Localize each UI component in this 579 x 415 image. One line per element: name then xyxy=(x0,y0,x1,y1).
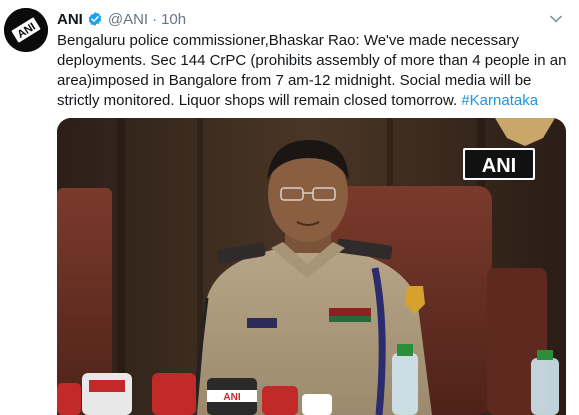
press-conference-photo: ANI ANI xyxy=(57,118,566,415)
mic-flag-label: ANI xyxy=(223,392,240,403)
tweet-media-image[interactable]: ANI ANI xyxy=(57,118,566,415)
avatar[interactable]: ANI xyxy=(4,8,48,52)
ani-watermark: ANI xyxy=(482,155,516,177)
ani-logo-icon: ANI xyxy=(4,8,48,52)
tweet[interactable]: ANI ANI @ANI · 10h Bengaluru police comm… xyxy=(0,0,579,415)
tweet-timestamp[interactable]: 10h xyxy=(161,11,186,28)
tweet-text: Bengaluru police commissioner,Bhaskar Ra… xyxy=(57,31,572,111)
author-handle[interactable]: @ANI xyxy=(108,11,148,28)
verified-badge-icon xyxy=(88,12,102,26)
chevron-down-icon[interactable] xyxy=(548,11,564,27)
header-separator: · xyxy=(152,10,158,28)
author-name[interactable]: ANI xyxy=(57,11,83,28)
tweet-header: ANI @ANI · 10h xyxy=(57,9,186,29)
hashtag-link[interactable]: #Karnataka xyxy=(461,92,538,109)
